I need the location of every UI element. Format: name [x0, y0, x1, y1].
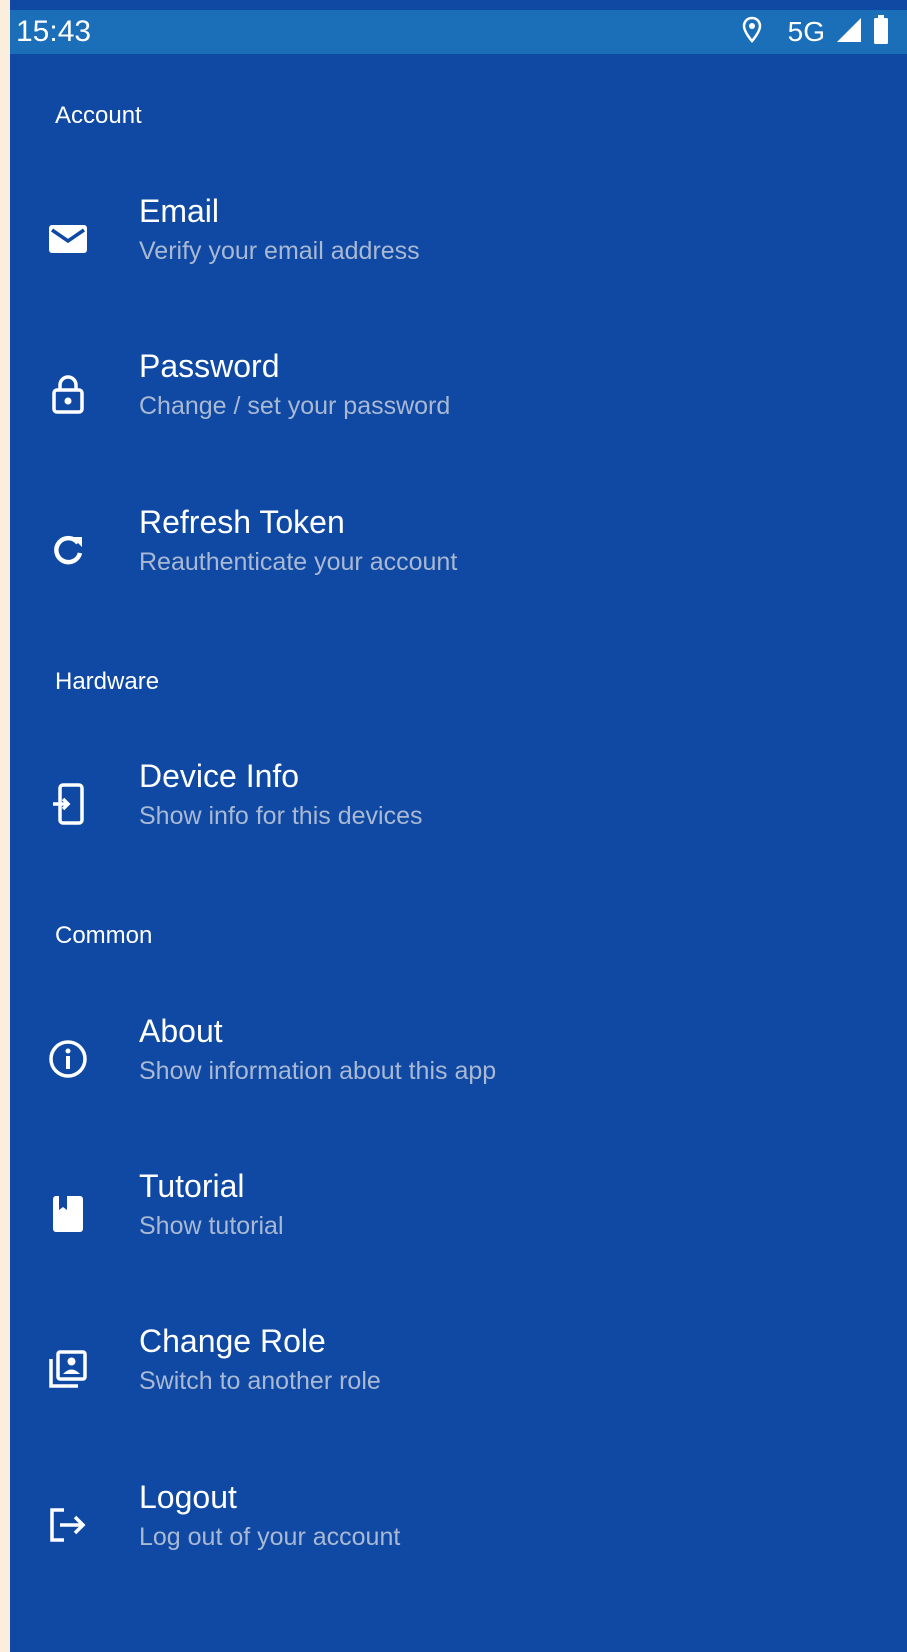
item-title: Refresh Token [139, 504, 345, 540]
status-bar: 15:43 5G [10, 10, 907, 54]
item-title: Email [139, 193, 220, 229]
battery-icon [873, 14, 889, 50]
item-title: About [139, 1013, 223, 1049]
device-info-icon [46, 782, 90, 826]
item-title: Change Role [139, 1323, 326, 1359]
section-header-hardware: Hardware [55, 668, 160, 695]
settings-item-email[interactable]: Email Verify your email address [10, 191, 907, 311]
item-subtitle: Show information about this app [139, 1057, 497, 1085]
settings-item-logout[interactable]: Logout Log out of your account [10, 1477, 907, 1597]
item-subtitle: Reauthenticate your account [139, 548, 458, 576]
book-icon [46, 1192, 90, 1236]
refresh-icon [46, 528, 90, 572]
item-subtitle: Change / set your password [139, 392, 451, 420]
item-title: Device Info [139, 758, 300, 794]
item-title: Password [139, 348, 280, 384]
status-icons: 5G [742, 14, 889, 50]
email-icon [46, 217, 90, 261]
switch-account-icon [46, 1347, 90, 1391]
network-type: 5G [787, 16, 825, 47]
item-subtitle: Verify your email address [139, 237, 420, 265]
settings-item-refresh-token[interactable]: Refresh Token Reauthenticate your accoun… [10, 502, 907, 622]
item-subtitle: Switch to another role [139, 1367, 381, 1395]
settings-item-password[interactable]: Password Change / set your password [10, 346, 907, 466]
info-icon [46, 1037, 90, 1081]
lock-icon [46, 372, 90, 416]
signal-icon [835, 16, 863, 49]
status-time: 15:43 [16, 15, 92, 48]
item-subtitle: Show tutorial [139, 1212, 284, 1240]
settings-item-device-info[interactable]: Device Info Show info for this devices [10, 756, 907, 876]
settings-item-change-role[interactable]: Change Role Switch to another role [10, 1321, 907, 1441]
item-subtitle: Log out of your account [139, 1523, 401, 1551]
item-title: Tutorial [139, 1168, 245, 1204]
logout-icon [46, 1503, 90, 1547]
item-subtitle: Show info for this devices [139, 802, 423, 830]
section-header-account: Account [55, 102, 142, 129]
section-header-common: Common [55, 922, 153, 949]
settings-item-about[interactable]: About Show information about this app [10, 1011, 907, 1131]
location-icon [742, 16, 762, 49]
settings-screen: Account Email Verify your email address … [10, 0, 907, 1652]
settings-item-tutorial[interactable]: Tutorial Show tutorial [10, 1166, 907, 1286]
item-title: Logout [139, 1479, 237, 1515]
